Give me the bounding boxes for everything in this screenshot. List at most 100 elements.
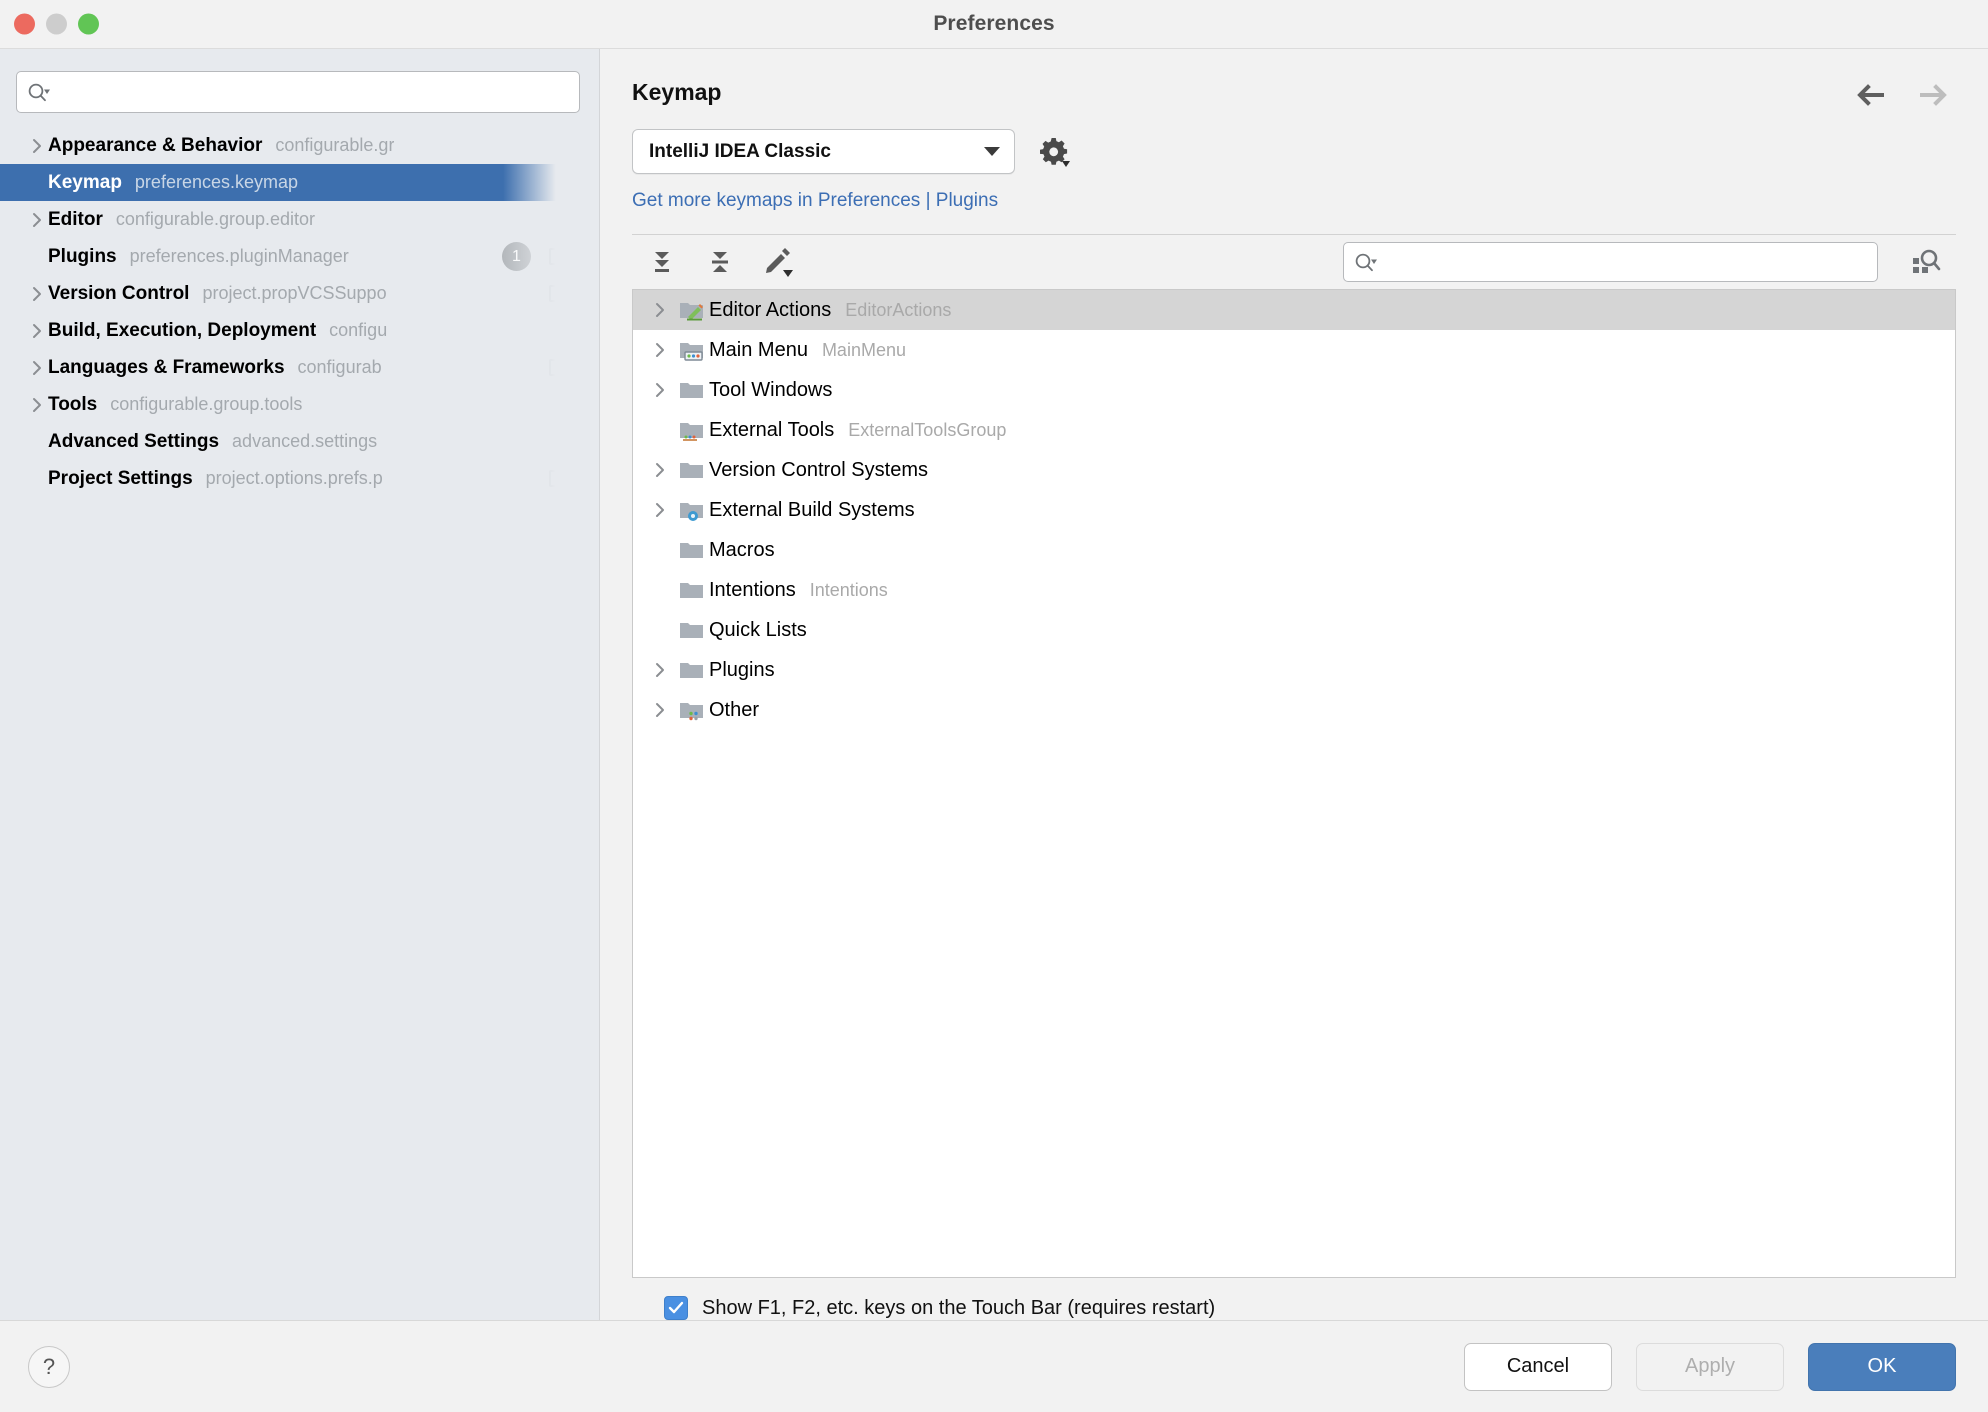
sidebar-item-id: configurable.group.tools (110, 394, 302, 415)
chevron-right-icon[interactable] (645, 701, 675, 719)
chevron-right-icon[interactable] (26, 285, 48, 303)
chevron-right-icon[interactable] (645, 501, 675, 519)
chevron-right-icon[interactable] (26, 396, 48, 414)
tree-row-label: Other (709, 699, 759, 722)
help-icon[interactable]: ? (28, 1346, 70, 1388)
external-window-icon[interactable] (549, 359, 569, 376)
footer-button-group: Cancel Apply OK (1464, 1343, 1956, 1391)
sidebar-item-editor[interactable]: Editor configurable.group.editor (0, 201, 599, 238)
sidebar-item-keymap[interactable]: Keymap preferences.keymap (0, 164, 599, 201)
chevron-down-icon (984, 147, 1000, 156)
sidebar-item-version-control[interactable]: Version Control project.propVCSSuppo (0, 275, 599, 312)
sidebar-item-appearance-behavior[interactable]: Appearance & Behavior configurable.gr (0, 127, 599, 164)
tree-row-label: External Tools (709, 419, 834, 442)
collapse-all-icon[interactable] (702, 244, 738, 280)
sidebar-item-label: Languages & Frameworks (48, 357, 285, 379)
keymap-tree-section: Editor Actions EditorActions (632, 234, 1956, 1320)
sidebar-item-project-settings[interactable]: Project Settings project.options.prefs.p (0, 460, 599, 497)
chevron-right-icon[interactable] (645, 301, 675, 319)
close-window-button[interactable] (14, 14, 35, 35)
chevron-right-icon[interactable] (26, 322, 48, 340)
page-title: Keymap (632, 79, 1856, 106)
touch-bar-checkbox[interactable] (664, 1296, 688, 1320)
tree-row[interactable]: Intentions Intentions (633, 570, 1955, 610)
tree-row[interactable]: External Build Systems (633, 490, 1955, 530)
tree-row-id: MainMenu (822, 340, 906, 361)
folder-plain-icon (675, 459, 709, 481)
tree-row[interactable]: Macros (633, 530, 1955, 570)
keymap-tree-toolbar (632, 235, 1956, 289)
search-icon (1354, 252, 1378, 272)
tree-row[interactable]: Plugins (633, 650, 1955, 690)
tree-row-label: Macros (709, 539, 775, 562)
expand-all-icon[interactable] (644, 244, 680, 280)
chevron-right-icon[interactable] (645, 341, 675, 359)
minimize-window-button[interactable] (46, 14, 67, 35)
sidebar-item-label: Editor (48, 209, 103, 231)
maximize-window-button[interactable] (78, 14, 99, 35)
sidebar-item-label: Project Settings (48, 468, 193, 490)
chevron-right-icon[interactable] (645, 461, 675, 479)
chevron-right-icon[interactable] (645, 381, 675, 399)
gear-icon[interactable] (1035, 133, 1073, 171)
sidebar-item-advanced-settings[interactable]: Advanced Settings advanced.settings (0, 423, 599, 460)
cancel-button[interactable]: Cancel (1464, 1343, 1612, 1391)
keymap-search-field[interactable] (1343, 242, 1878, 282)
sidebar-item-languages-frameworks[interactable]: Languages & Frameworks configurab (0, 349, 599, 386)
tree-row-id: Intentions (810, 580, 888, 601)
tree-row-id: ExternalToolsGroup (848, 420, 1006, 441)
forward-arrow-icon[interactable] (1916, 83, 1948, 107)
sidebar-item-id: project.options.prefs.p (206, 468, 383, 489)
find-by-shortcut-icon[interactable] (1900, 246, 1952, 278)
tree-row-label: Quick Lists (709, 619, 807, 642)
get-more-keymaps-link[interactable]: Get more keymaps in Preferences | Plugin… (600, 174, 1988, 212)
chevron-placeholder-icon (645, 581, 675, 599)
sidebar-item-build-execution-deployment[interactable]: Build, Execution, Deployment configu (0, 312, 599, 349)
sidebar-item-label: Keymap (48, 172, 122, 194)
tree-row[interactable]: Tool Windows (633, 370, 1955, 410)
chevron-right-icon[interactable] (645, 661, 675, 679)
sidebar-item-label: Tools (48, 394, 97, 416)
tree-row-label: Intentions (709, 579, 796, 602)
plugins-update-badge: 1 (502, 242, 531, 271)
apply-button[interactable]: Apply (1636, 1343, 1784, 1391)
tree-row-label: Main Menu (709, 339, 808, 362)
chevron-placeholder-icon (645, 621, 675, 639)
external-window-icon[interactable] (549, 285, 569, 302)
tree-row[interactable]: Other (633, 690, 1955, 730)
sidebar-item-plugins[interactable]: Plugins preferences.pluginManager 1 (0, 238, 599, 275)
chevron-placeholder-icon (26, 174, 48, 192)
sidebar-item-tools[interactable]: Tools configurable.group.tools (0, 386, 599, 423)
keymap-search-input[interactable] (1384, 252, 1867, 272)
sidebar-search-field[interactable] (16, 71, 580, 113)
sidebar-item-id: configu (329, 320, 387, 341)
tree-row[interactable]: External Tools ExternalToolsGroup (633, 410, 1955, 450)
sidebar-search-container (0, 49, 599, 127)
keymap-dropdown[interactable]: IntelliJ IDEA Classic (632, 129, 1015, 174)
external-window-icon[interactable] (549, 248, 569, 265)
tree-row[interactable]: Editor Actions EditorActions (633, 290, 1955, 330)
chevron-right-icon[interactable] (26, 211, 48, 229)
tree-row-label: Tool Windows (709, 379, 832, 402)
sidebar-item-label: Build, Execution, Deployment (48, 320, 316, 342)
chevron-right-icon[interactable] (26, 359, 48, 377)
window-title: Preferences (0, 12, 1988, 36)
tree-row[interactable]: Version Control Systems (633, 450, 1955, 490)
touch-bar-option-row[interactable]: Show F1, F2, etc. keys on the Touch Bar … (632, 1278, 1956, 1320)
tree-row-label: Plugins (709, 659, 775, 682)
sidebar-item-id: configurable.gr (275, 135, 394, 156)
dialog-footer: ? Cancel Apply OK (0, 1320, 1988, 1412)
sidebar-search-input[interactable] (57, 82, 569, 102)
keymap-action-tree[interactable]: Editor Actions EditorActions (632, 289, 1956, 1278)
back-arrow-icon[interactable] (1856, 83, 1888, 107)
sidebar-item-label: Plugins (48, 246, 117, 268)
ok-button[interactable]: OK (1808, 1343, 1956, 1391)
edit-shortcut-icon[interactable] (760, 244, 796, 280)
external-window-icon[interactable] (549, 470, 569, 487)
sidebar-item-id: preferences.pluginManager (130, 246, 349, 267)
tree-row[interactable]: Quick Lists (633, 610, 1955, 650)
chevron-right-icon[interactable] (26, 137, 48, 155)
tree-row[interactable]: Main Menu MainMenu (633, 330, 1955, 370)
folder-other-icon (675, 699, 709, 721)
tree-row-label: Editor Actions (709, 299, 831, 322)
